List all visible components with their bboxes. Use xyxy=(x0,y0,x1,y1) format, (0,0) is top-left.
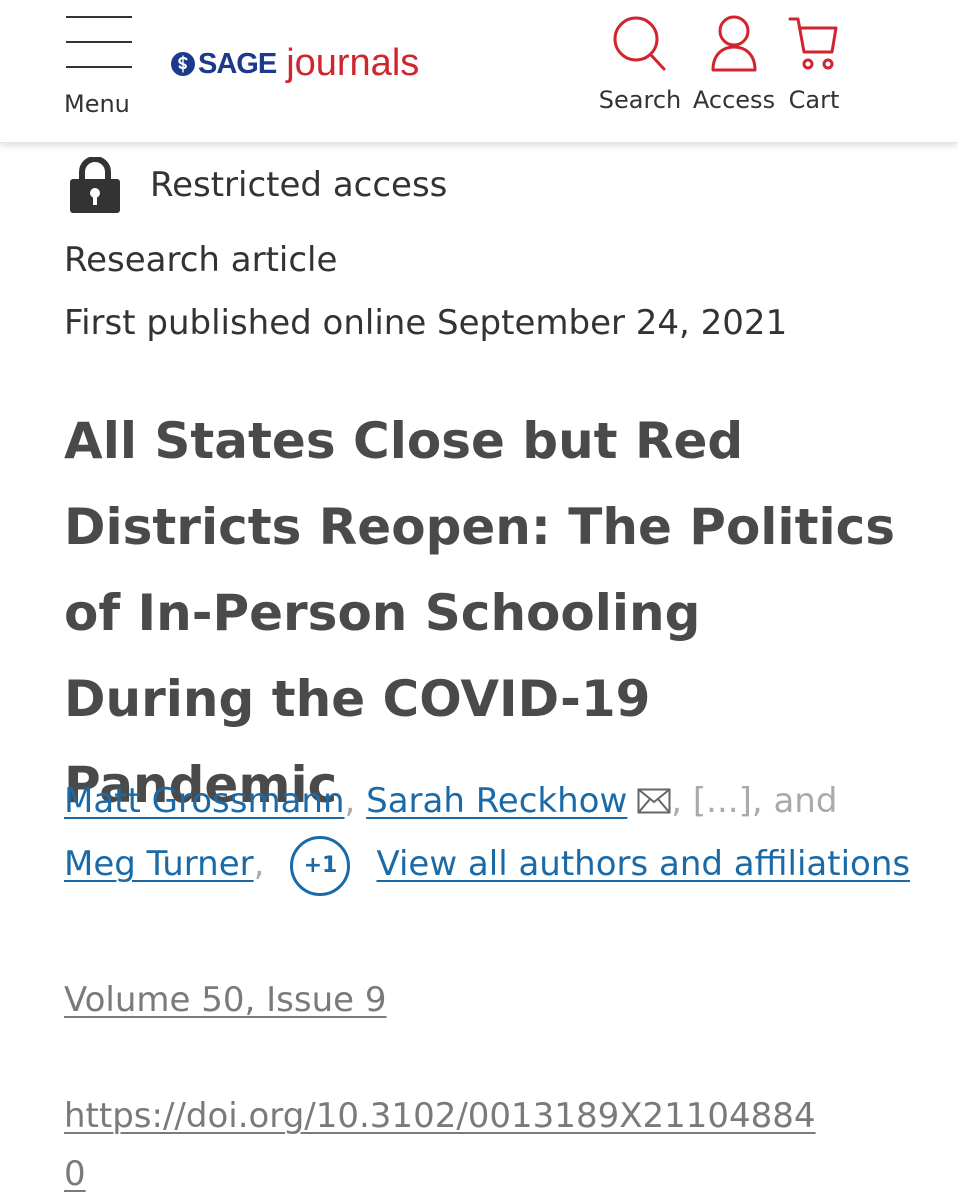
publication-date: First published online September 24, 202… xyxy=(64,303,788,343)
more-authors-badge[interactable]: +1 xyxy=(290,835,351,896)
author-link[interactable]: Sarah Reckhow xyxy=(366,781,627,821)
author-link[interactable]: Meg Turner xyxy=(64,844,254,884)
restricted-access-notice: Restricted access xyxy=(68,156,447,214)
author-separator: , xyxy=(344,781,356,821)
sage-logo-mark-icon xyxy=(171,52,195,76)
access-button[interactable]: Access xyxy=(690,14,778,118)
sage-journals-logo[interactable]: SAGE journals xyxy=(170,42,419,86)
access-label: Access xyxy=(692,86,776,114)
restricted-access-label: Restricted access xyxy=(150,165,448,205)
menu-button[interactable]: Menu xyxy=(64,14,140,124)
cart-label: Cart xyxy=(788,86,840,114)
logo-sage-text: SAGE xyxy=(198,47,277,80)
site-header: Menu SAGE journals Search Access Cart xyxy=(0,0,958,143)
author-separator: , xyxy=(671,781,683,821)
author-link[interactable]: Matt Grossmann xyxy=(64,781,345,821)
search-label: Search xyxy=(598,86,682,114)
user-icon xyxy=(711,15,757,72)
author-list: Matt Grossmann, Sarah Reckhow, [...], an… xyxy=(64,770,924,896)
mail-icon[interactable] xyxy=(637,788,671,814)
menu-label: Menu xyxy=(64,90,130,118)
logo-journals-text: journals xyxy=(286,41,420,84)
collapsed-authors-text: [...], and xyxy=(692,781,838,821)
volume-issue-link[interactable]: Volume 50, Issue 9 xyxy=(64,980,387,1020)
search-icon xyxy=(613,16,666,71)
article-title: All States Close but Red Districts Reope… xyxy=(64,412,896,814)
author-separator: , xyxy=(253,844,265,884)
article-type: Research article xyxy=(64,240,338,280)
hamburger-menu-icon xyxy=(66,16,132,70)
search-button[interactable]: Search xyxy=(596,14,684,118)
lock-icon xyxy=(70,157,120,213)
cart-button[interactable]: Cart xyxy=(784,14,844,118)
cart-icon xyxy=(788,17,838,70)
doi-link[interactable]: https://doi.org/10.3102/0013189X21104884… xyxy=(64,1087,824,1203)
view-all-authors-link[interactable]: View all authors and affiliations xyxy=(376,844,910,884)
